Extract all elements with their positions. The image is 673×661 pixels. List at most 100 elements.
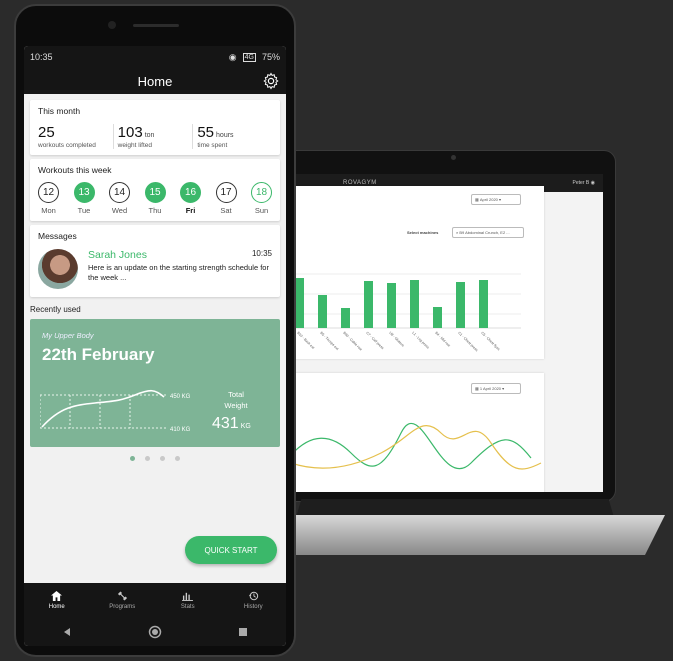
laptop-screen: ROVAGYM Peter B ◉ ▦ April 2020 ▾ Select … (291, 174, 603, 492)
history-icon (248, 591, 258, 600)
network-icon: 4G (242, 52, 256, 62)
bar (456, 282, 465, 328)
day-label: Mon (41, 206, 56, 215)
day-circle: 18 (251, 182, 272, 203)
low-label: 410 KG (170, 427, 191, 433)
app-bar: Home (24, 68, 286, 94)
day-label: Tue (77, 206, 91, 215)
day-thu[interactable]: 15 Thu (144, 182, 166, 215)
bar-label: B90 - Cable row (342, 331, 363, 352)
bar-label: C5 - Chest flyes (480, 331, 501, 352)
page-dot[interactable] (145, 456, 150, 461)
trend-line (41, 389, 165, 428)
bar-label: C7 - Calf press (365, 331, 385, 351)
day-label: Sat (220, 206, 232, 215)
message-sender: Sarah Jones (88, 249, 147, 261)
stat-value: 55 (197, 124, 215, 141)
nav-history[interactable]: History (221, 583, 287, 617)
stat-unit: hours (216, 132, 234, 139)
stat-workouts: 25 workouts completed (38, 124, 114, 149)
day-label: Sun (254, 206, 269, 215)
phone-speaker (133, 24, 179, 27)
day-circle: 14 (109, 182, 130, 203)
day-mon[interactable]: 12 Mon (38, 182, 59, 215)
day-tue[interactable]: 13 Tue (73, 182, 95, 215)
day-circle: 15 (144, 182, 166, 203)
total-weight-value: 431 (212, 415, 239, 432)
workouts-week-title: Workouts this week (38, 165, 112, 175)
stat-label: weight lifted (117, 142, 152, 149)
bar (387, 283, 396, 328)
page-dot[interactable] (175, 456, 180, 461)
messages-title: Messages (38, 231, 77, 241)
workout-date: 22th February (42, 345, 155, 364)
week-days: 12 Mon 13 Tue 14 Wed 15 Thu 16 Fri 17 Sat 18 Sun (38, 182, 272, 215)
total-weight-unit: KG (240, 423, 251, 430)
message-item[interactable]: Sarah Jones 10:35 Here is an update on t… (38, 249, 272, 289)
day-circle: 16 (180, 182, 201, 203)
page-dot[interactable] (160, 456, 165, 461)
messages-card[interactable]: Messages Sarah Jones 10:35 Here is an up… (30, 225, 280, 297)
this-month-card: This month 25 workouts completed 103 ton … (30, 100, 280, 155)
line-series-yellow (291, 425, 542, 470)
weight-trend-chart: 450 KG 410 KG (40, 389, 191, 433)
home-icon (51, 590, 63, 601)
day-circle: 13 (73, 182, 95, 203)
bottom-nav: Home Programs Stats History (24, 583, 286, 617)
day-sun[interactable]: 18 Sun (251, 182, 272, 215)
page-dot[interactable] (130, 456, 135, 461)
user-menu[interactable]: Peter B ◉ (573, 180, 595, 186)
battery-level: 75% (261, 52, 280, 62)
home-button-icon[interactable] (148, 625, 162, 639)
nav-label: Stats (180, 603, 195, 610)
total-weight: 431 KG (212, 415, 251, 433)
bar-label: C1 - Chest press (457, 331, 479, 353)
bar (295, 278, 304, 328)
nav-stats[interactable]: Stats (155, 583, 221, 617)
day-label: Fri (185, 206, 196, 215)
bar-label: B4 - Mid row (434, 331, 451, 348)
message-body: Sarah Jones 10:35 Here is an update on t… (88, 249, 272, 283)
stat-label: time spent (197, 142, 228, 149)
message-preview: Here is an update on the starting streng… (88, 263, 269, 282)
nav-home[interactable]: Home (24, 583, 90, 617)
laptop-camera (451, 155, 456, 160)
this-month-title: This month (38, 106, 81, 116)
stats-row: 25 workouts completed 103 ton weight lift… (38, 124, 272, 149)
stat-time: 55 hours time spent (193, 124, 272, 149)
recently-used-label: Recently used (30, 305, 81, 314)
bar-chart-icon (182, 592, 194, 601)
system-nav-bar (24, 617, 286, 646)
stat-value: 25 (38, 124, 55, 141)
day-label: Wed (111, 206, 128, 215)
bar-label: B10 - Back ext (296, 331, 315, 350)
phone: 10:35 ◉ 4G 75% Home This month 25 workou… (14, 4, 296, 657)
gear-icon[interactable] (262, 72, 280, 90)
bar (341, 308, 350, 328)
day-fri[interactable]: 16 Fri (180, 182, 201, 215)
line-chart-card: ▦ 1 April 2020 ▾ (291, 373, 544, 492)
nav-programs[interactable]: Programs (90, 583, 156, 617)
day-wed[interactable]: 14 Wed (109, 182, 130, 215)
bar (433, 307, 442, 328)
recents-icon[interactable] (238, 627, 248, 637)
quick-start-button[interactable]: QUICK START (185, 536, 277, 564)
workouts-week-card: Workouts this week 12 Mon 13 Tue 14 Wed 15 Thu 1… (30, 159, 280, 221)
day-sat[interactable]: 17 Sat (215, 182, 237, 215)
day-circle: 17 (215, 182, 237, 203)
message-header: Sarah Jones 10:35 (88, 249, 272, 261)
bar (410, 280, 419, 328)
location-icon: ◉ (228, 51, 237, 62)
bar-labels: B10 - Back ext B5 - Triceps ext B90 - Cabl… (296, 331, 501, 353)
nav-label: Home (48, 603, 65, 610)
stat-unit: ton (144, 132, 155, 139)
high-label: 450 KG (170, 394, 191, 400)
bar-series (295, 278, 488, 328)
bar (318, 295, 327, 328)
user-name: Peter B (572, 180, 590, 186)
page-indicator[interactable] (24, 456, 286, 461)
stat-label: workouts completed (38, 142, 96, 149)
status-icons: ◉ 4G 75% (229, 52, 280, 63)
recent-workout-card[interactable]: My Upper Body 22th February 450 KG 410 K… (30, 319, 280, 447)
back-icon[interactable] (62, 627, 72, 637)
